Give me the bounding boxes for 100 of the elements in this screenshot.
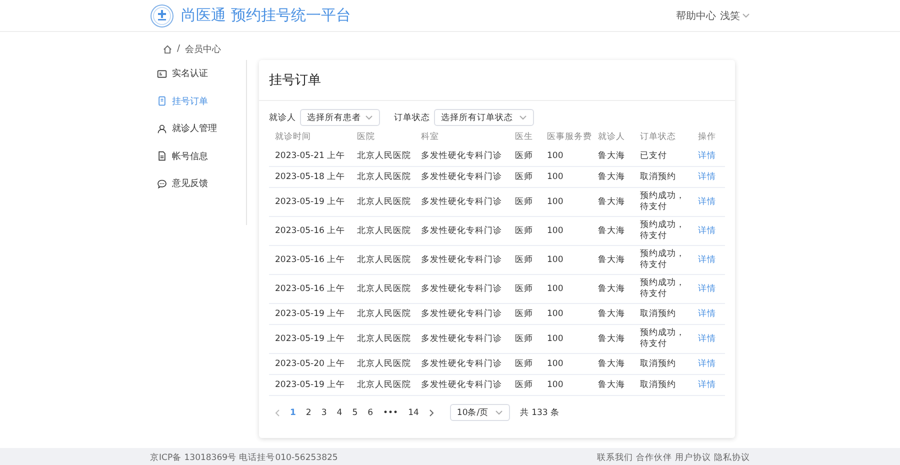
table-cell: 多发性硬化专科门诊 (421, 308, 502, 320)
details-link[interactable]: 详情 (698, 226, 716, 236)
table-cell: 鲁大海 (598, 358, 625, 370)
table-cell: 鲁大海 (598, 150, 625, 162)
sidebar-item[interactable]: 实名认证 (157, 60, 212, 88)
sidebar-item[interactable]: 就诊人管理 (157, 115, 221, 142)
logo-icon (150, 4, 174, 28)
table-cell: 多发性硬化专科门诊 (421, 150, 502, 162)
table-cell: 100 (547, 284, 564, 294)
details-link[interactable]: 详情 (698, 196, 716, 208)
page-button[interactable]: 2 (306, 408, 312, 418)
page-button[interactable]: 14 (408, 408, 419, 418)
table-cell: 鲁大海 (598, 308, 625, 320)
table-cell: 2023-05-19 上午 (275, 196, 346, 208)
footer-link[interactable]: 隐私协议 (714, 452, 750, 464)
table-cell: 2023-05-18 上午 (275, 172, 346, 182)
table-cell: 医师 (515, 284, 533, 294)
table-cell: 2023-05-20 上午 (275, 358, 346, 370)
table-cell: 100 (547, 380, 564, 390)
table-cell: 多发性硬化专科门诊 (421, 172, 502, 182)
select-field[interactable]: 选择所有患者 (300, 109, 380, 126)
page-size-select[interactable]: 10条/页 (450, 404, 510, 421)
table-cell: 北京人民医院 (357, 284, 411, 294)
details-link[interactable]: 详情 (698, 334, 716, 344)
table-cell: 2023-05-19 上午 (275, 380, 346, 390)
footer-info: 京ICP备 13018369号 电话挂号010-56253825 (150, 452, 338, 464)
table-cell: 北京人民医院 (357, 358, 411, 370)
home-icon[interactable] (163, 44, 172, 54)
details-link[interactable]: 详情 (698, 284, 716, 294)
table-cell: 多发性硬化专科门诊 (421, 196, 502, 208)
card-title: 挂号订单 (269, 72, 321, 89)
table-cell: 北京人民医院 (357, 226, 411, 236)
table-cell-text: 预约成功，待支付 (640, 191, 686, 213)
table-cell: 100 (547, 334, 564, 344)
column-header: 医院 (357, 132, 375, 142)
user-menu[interactable]: 浅笑 (720, 8, 750, 22)
table-cell: 北京人民医院 (357, 380, 411, 390)
footer-link[interactable]: 用户协议 (675, 452, 711, 464)
page-button[interactable]: 6 (368, 408, 374, 418)
chevron-down-icon (742, 13, 750, 18)
details-link[interactable]: 详情 (698, 358, 716, 370)
details-link[interactable]: 详情 (698, 172, 716, 182)
sidebar-item[interactable]: 帐号信息 (157, 142, 212, 170)
help-center-link[interactable]: 帮助中心 (676, 8, 716, 22)
table-cell: 鲁大海 (598, 284, 625, 294)
table-cell: 多发性硬化专科门诊 (421, 334, 502, 344)
details-link[interactable]: 详情 (698, 150, 716, 162)
table-cell: 100 (547, 308, 564, 320)
table-cell: 取消预约 (640, 172, 676, 182)
table-cell: 鲁大海 (598, 334, 625, 344)
sidebar-item[interactable]: 意见反馈 (157, 170, 212, 198)
column-header: 操作 (698, 132, 716, 142)
page-button[interactable]: 5 (352, 408, 358, 418)
table-cell: 多发性硬化专科门诊 (421, 254, 502, 266)
breadcrumb-item: 会员中心 (185, 44, 222, 56)
select-field[interactable]: 选择所有订单状态 (434, 109, 534, 126)
chevron-down-icon (494, 410, 503, 415)
table-cell-text: 预约成功，待支付 (640, 328, 686, 350)
column-header: 就诊时间 (275, 132, 311, 142)
page-button[interactable]: ••• (383, 408, 398, 418)
filter-label: 订单状态 (394, 112, 430, 124)
table-cell: 多发性硬化专科门诊 (421, 380, 502, 390)
details-link[interactable]: 详情 (698, 380, 716, 390)
breadcrumb-separator: / (177, 44, 180, 54)
details-link[interactable]: 详情 (698, 308, 716, 320)
table-cell-text: 预约成功，待支付 (640, 249, 686, 271)
table-cell: 北京人民医院 (357, 334, 411, 344)
table-cell: 医师 (515, 380, 533, 390)
table-cell: 取消预约 (640, 380, 676, 390)
filter-label: 就诊人 (269, 112, 296, 124)
details-link[interactable]: 详情 (698, 254, 716, 266)
table-cell: 多发性硬化专科门诊 (421, 284, 502, 294)
table-cell: 100 (547, 226, 564, 236)
table-cell: 鲁大海 (598, 172, 625, 182)
table-cell: 取消预约 (640, 358, 676, 370)
footer-link[interactable]: 联系我们 (597, 452, 633, 464)
table-cell: 北京人民医院 (357, 150, 411, 162)
page-button[interactable]: 4 (336, 408, 342, 418)
table-cell: 100 (547, 358, 564, 370)
table-cell: 2023-05-16 上午 (275, 284, 346, 294)
table-cell: 北京人民医院 (357, 196, 411, 208)
id-card-icon (157, 68, 167, 79)
table-cell: 多发性硬化专科门诊 (421, 226, 502, 236)
table-cell: 医师 (515, 308, 533, 320)
table-cell: 医师 (515, 226, 533, 236)
chevron-down-icon (365, 115, 373, 120)
page-button[interactable]: 3 (321, 408, 327, 418)
column-header: 科室 (421, 132, 439, 142)
table-cell: 2023-05-19 上午 (275, 334, 346, 344)
table-cell: 医师 (515, 334, 533, 344)
table-cell: 医师 (515, 172, 533, 182)
table-cell: 2023-05-21 上午 (275, 150, 346, 162)
column-header: 订单状态 (640, 132, 676, 142)
table-cell: 2023-05-16 上午 (275, 226, 346, 236)
table-cell: 医师 (515, 150, 533, 162)
table-cell: 2023-05-16 上午 (275, 254, 346, 266)
next-page-icon[interactable] (428, 408, 434, 416)
chevron-down-icon (519, 115, 527, 120)
footer-link[interactable]: 合作伙伴 (636, 452, 672, 464)
table-cell: 医师 (515, 254, 533, 266)
